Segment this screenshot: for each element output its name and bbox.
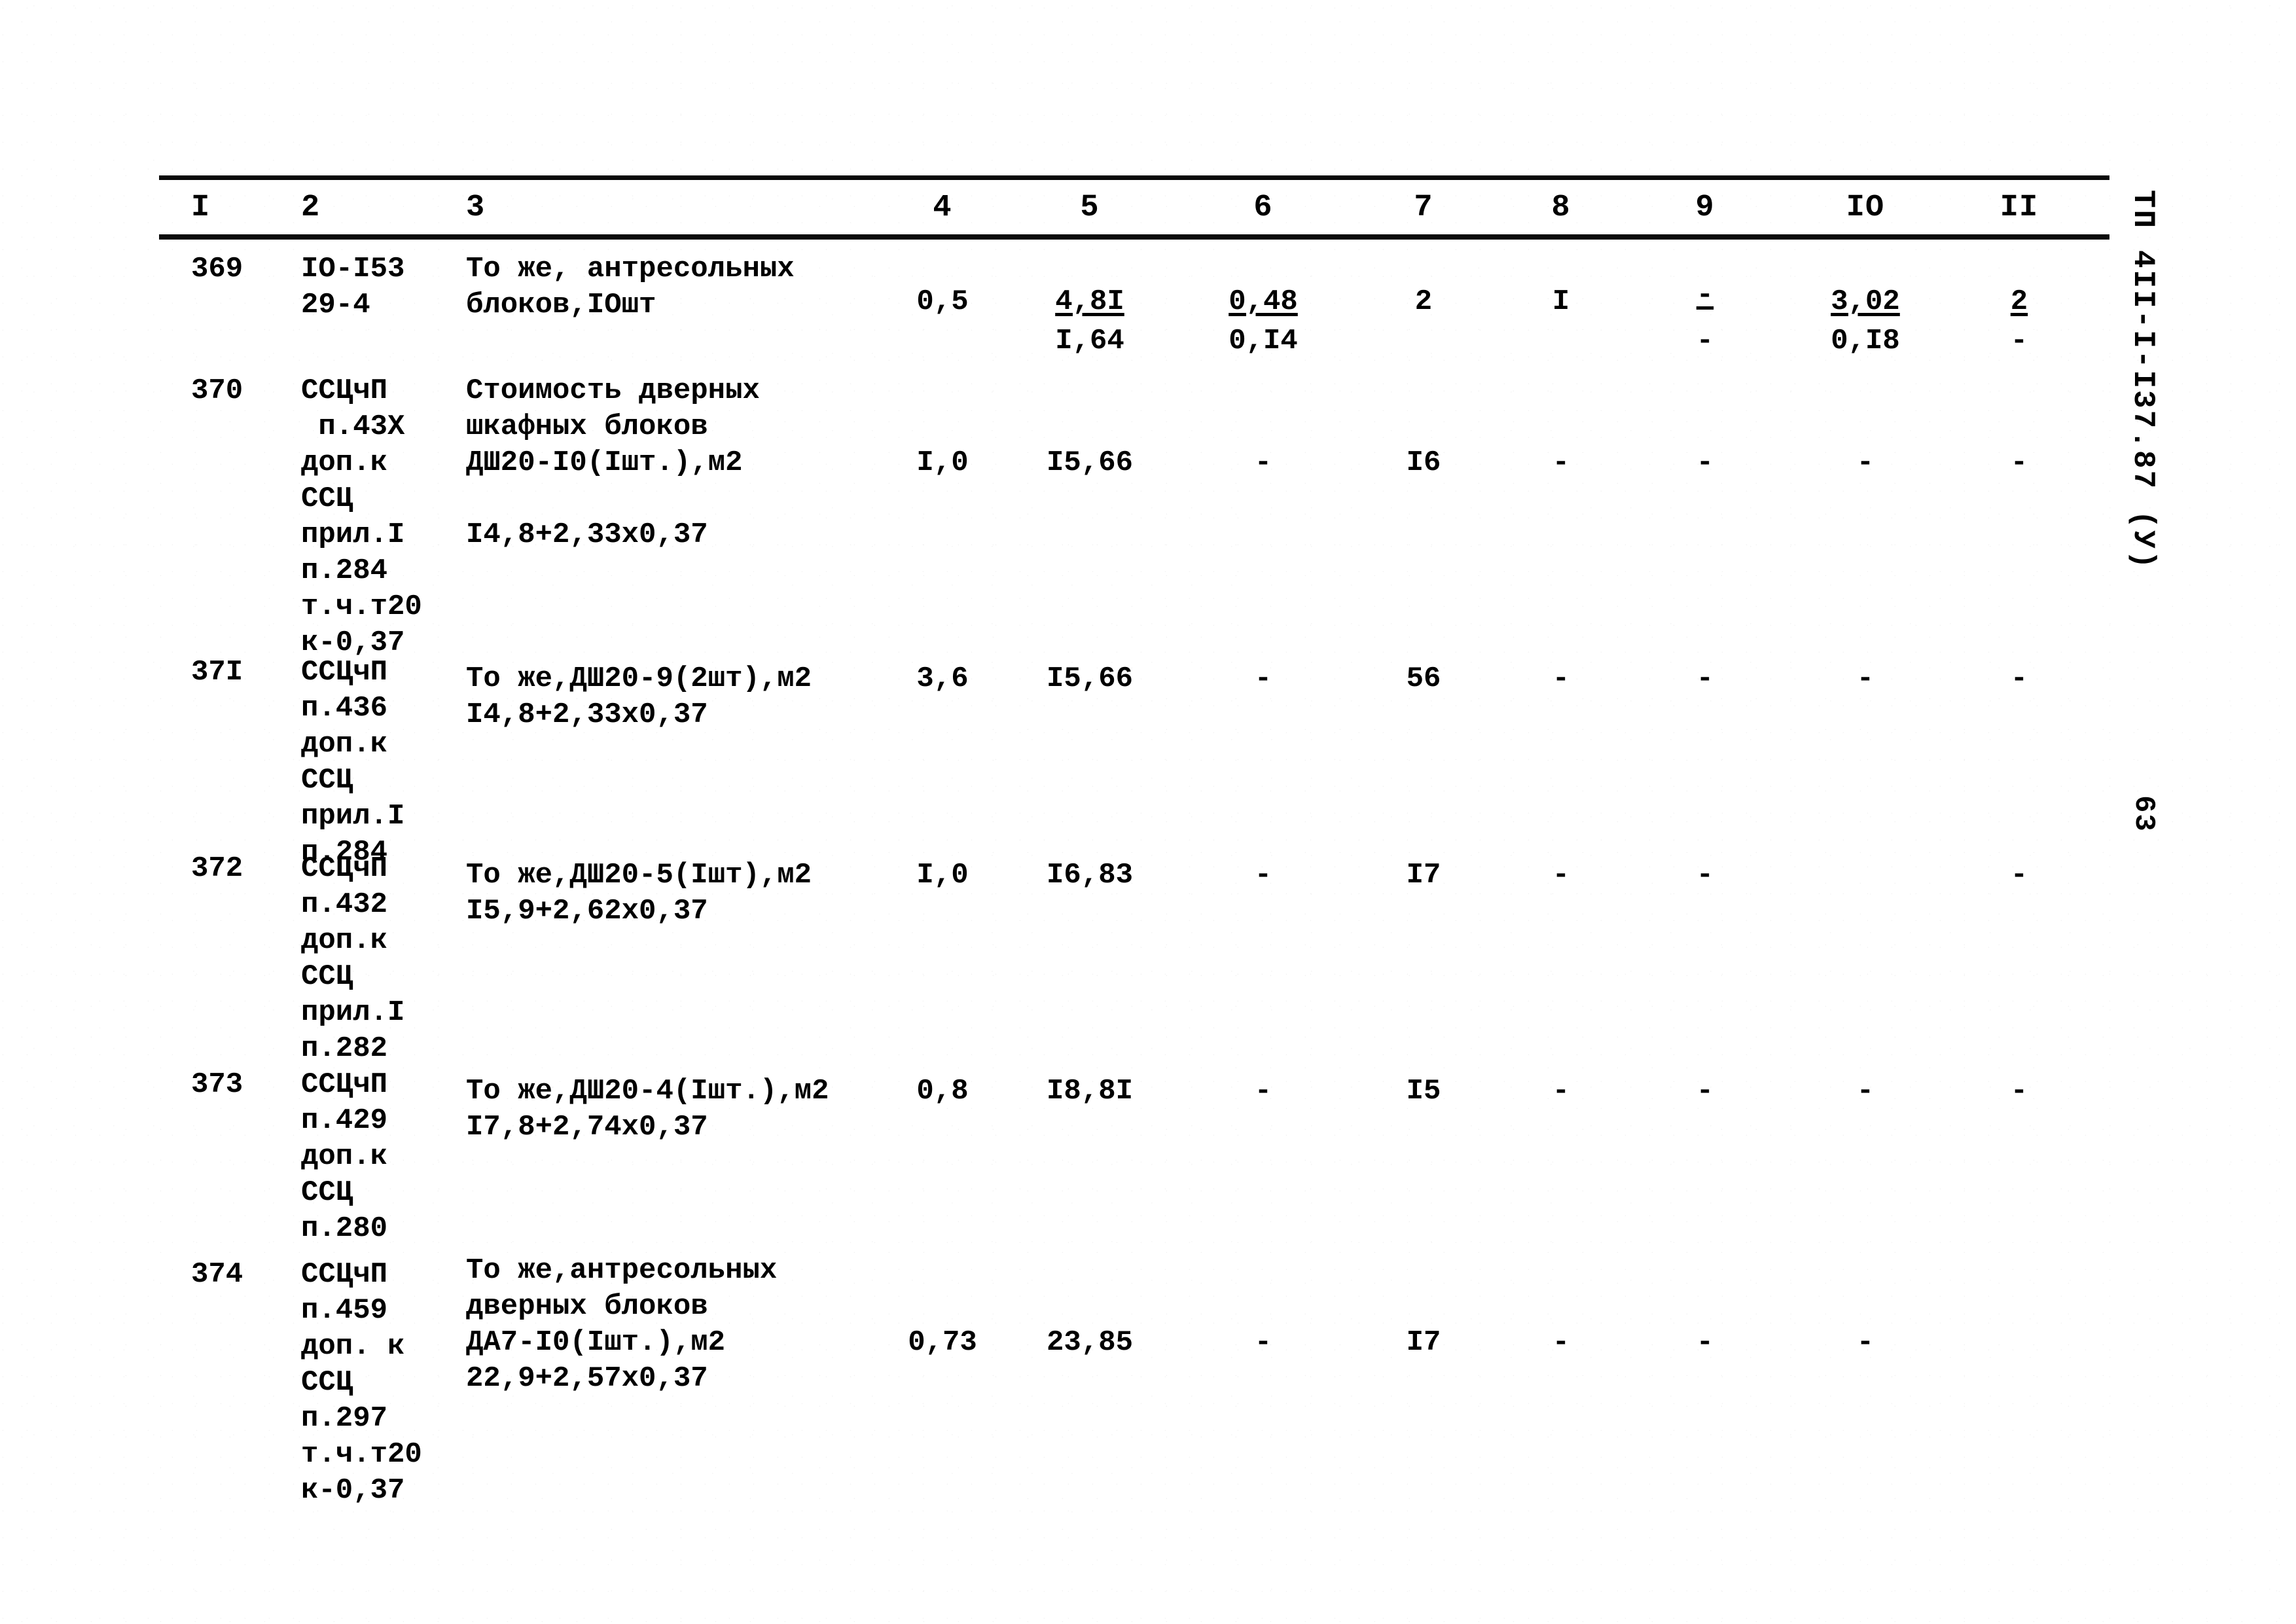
cell-col4: 0,73	[908, 1326, 977, 1359]
cell-col10-bottom: 0,I8	[1831, 325, 1900, 357]
estimate-table-body: 369 IO-I53 29-4 То же, антресольных блок…	[0, 244, 2296, 1526]
column-header-2: 2	[301, 190, 321, 225]
cell-col11: -	[2010, 662, 2028, 695]
work-description: То же,ДШ20-4(Iшт.),м2 I7,8+2,74х0,37	[466, 1075, 829, 1144]
row-number: 369	[191, 253, 243, 285]
cell-col7: 2	[1414, 285, 1433, 318]
cell-col6: -	[1254, 446, 1272, 479]
cell-col9: -	[1696, 446, 1714, 479]
cell-col5: I5,66	[1046, 446, 1134, 479]
cell-col5-bottom: I,64	[1055, 325, 1124, 357]
cell-col8: -	[1552, 1075, 1570, 1108]
cell-col10: -	[1856, 662, 1874, 695]
cell-col5: I6,83	[1046, 859, 1134, 892]
cell-col9: -	[1696, 662, 1714, 695]
cell-col7: I7	[1406, 859, 1441, 892]
cell-col10: -	[1856, 446, 1874, 479]
row-number: 372	[191, 852, 243, 885]
work-description: То же,ДШ20-5(Iшт),м2 I5,9+2,62х0,37	[466, 859, 812, 928]
norm-reference: IO-I53 29-4	[301, 253, 405, 321]
row-number: 37I	[191, 656, 243, 689]
cell-col11: -	[2010, 1075, 2028, 1108]
column-header-1: I	[191, 190, 211, 225]
column-header-8: 8	[1551, 190, 1571, 225]
cell-col9-bottom: -	[1696, 325, 1714, 357]
cell-col8: I	[1552, 285, 1570, 318]
cell-col9: -	[1696, 1326, 1714, 1359]
table-row: 373 ССЦчП п.429 доп.к ССЦ п.280 То же,ДШ…	[0, 1062, 2296, 1252]
cell-col9: -	[1696, 1075, 1714, 1108]
row-number: 370	[191, 374, 243, 407]
cell-col10-top: 3,02	[1831, 285, 1900, 318]
cell-col6: -	[1254, 662, 1272, 695]
cell-col4: 0,8	[916, 1075, 969, 1108]
cell-col9: -	[1696, 859, 1714, 892]
cell-col8: -	[1552, 1326, 1570, 1359]
cell-col11: -	[2010, 446, 2028, 479]
cell-col11: -	[2010, 859, 2028, 892]
column-header-6: 6	[1253, 190, 1273, 225]
table-top-rule	[159, 175, 2109, 180]
table-row: 374 ССЦчП п.459 доп. к ССЦ п.297 т.ч.т20…	[0, 1252, 2296, 1526]
column-header-9: 9	[1695, 190, 1715, 225]
cell-col7: I7	[1406, 1326, 1441, 1359]
table-row: 370 ССЦчП п.43X доп.к ССЦ прил.I п.284 т…	[0, 368, 2296, 659]
column-header-5: 5	[1080, 190, 1100, 225]
column-header-10: IO	[1846, 190, 1885, 225]
cell-col4: 3,6	[916, 662, 969, 695]
cell-col5: 23,85	[1046, 1326, 1134, 1359]
table-header-rule	[159, 234, 2109, 240]
column-header-7: 7	[1414, 190, 1433, 225]
column-header-3: 3	[466, 190, 486, 225]
cell-col7: I6	[1406, 446, 1441, 479]
cell-col9-top: -	[1696, 279, 1714, 312]
cell-col4: I,0	[916, 446, 969, 479]
cell-col6-bottom: 0,I4	[1229, 325, 1298, 357]
norm-reference: ССЦчП п.429 доп.к ССЦ п.280	[301, 1068, 388, 1245]
cell-col11-top: 2	[2010, 285, 2028, 318]
cell-col6: -	[1254, 1326, 1272, 1359]
cell-col10: -	[1856, 1326, 1874, 1359]
norm-reference: ССЦчП п.432 доп.к ССЦ прил.I п.282	[301, 852, 405, 1065]
table-row: 369 IO-I53 29-4 То же, антресольных блок…	[0, 244, 2296, 368]
cell-col6-top: 0,48	[1229, 285, 1298, 318]
cell-col8: -	[1552, 859, 1570, 892]
column-header-4: 4	[933, 190, 952, 225]
cell-col4: I,0	[916, 859, 969, 892]
norm-reference: ССЦчП п.436 доп.к ССЦ прил.I п.284	[301, 656, 405, 869]
row-number: 374	[191, 1258, 243, 1291]
cell-col4: 0,5	[916, 285, 969, 318]
cell-col8: -	[1552, 446, 1570, 479]
scanned-page: I 2 3 4 5 6 7 8 9 IO II 369 IO-I53 29-4 …	[0, 0, 2296, 1624]
cell-col6: -	[1254, 859, 1272, 892]
work-description: То же,антресольных дверных блоков ДА7-I0…	[466, 1254, 778, 1395]
cell-col5-top: 4,8I	[1055, 285, 1124, 318]
page-number: 63	[2127, 795, 2160, 833]
table-row: 372 ССЦчП п.432 доп.к ССЦ прил.I п.282 Т…	[0, 846, 2296, 1065]
cell-col6: -	[1254, 1075, 1272, 1108]
cell-col8: -	[1552, 662, 1570, 695]
cell-col5: I5,66	[1046, 662, 1134, 695]
norm-reference: ССЦчП п.459 доп. к ССЦ п.297 т.ч.т20 к-0…	[301, 1258, 422, 1507]
column-header-11: II	[2000, 190, 2039, 225]
norm-reference: ССЦчП п.43X доп.к ССЦ прил.I п.284 т.ч.т…	[301, 374, 422, 659]
row-number: 373	[191, 1068, 243, 1101]
cell-col7: I5	[1406, 1075, 1441, 1108]
work-description: Стоимость дверных шкафных блоков ДШ20-I0…	[466, 374, 760, 551]
document-code-stamp: ТП 4II-I-I37.87 (У)	[2126, 190, 2160, 571]
work-description: То же, антресольных блоков,IOшт	[466, 253, 795, 321]
cell-col5: I8,8I	[1046, 1075, 1134, 1108]
work-description: То же,ДШ20-9(2шт),м2 I4,8+2,33х0,37	[466, 662, 812, 731]
cell-col7: 56	[1406, 662, 1441, 695]
cell-col11-bottom: -	[2010, 325, 2028, 357]
table-row: 37I ССЦчП п.436 доп.к ССЦ прил.I п.284 Т…	[0, 649, 2296, 869]
cell-col10: -	[1856, 1075, 1874, 1108]
